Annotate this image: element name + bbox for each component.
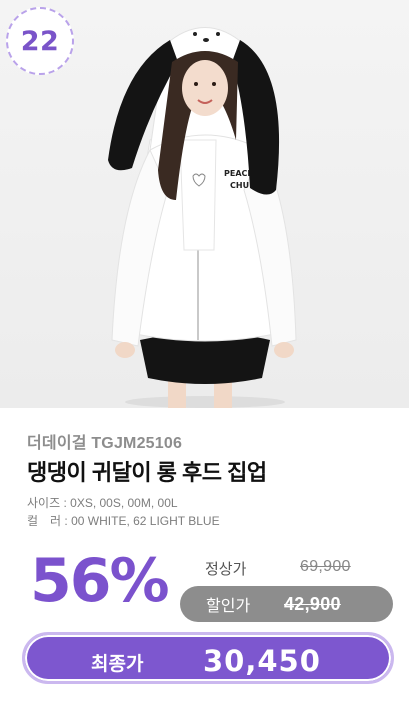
- svg-text:CHU: CHU: [230, 181, 249, 190]
- product-image[interactable]: PEACH CHU 22: [0, 0, 409, 408]
- product-title[interactable]: 댕댕이 귀달이 롱 후드 집업: [27, 455, 267, 487]
- rank-number: 22: [20, 25, 60, 57]
- final-price-label: 최종가: [91, 654, 144, 675]
- regular-price: 69,900: [300, 558, 351, 575]
- color-value: 00 WHITE, 62 LIGHT BLUE: [71, 514, 220, 528]
- product-info: 더데이걸 TGJM25106 댕댕이 귀달이 롱 후드 집업 사이즈 : 0XS…: [0, 408, 409, 714]
- color-spec: 컬 러 : 00 WHITE, 62 LIGHT BLUE: [27, 512, 220, 529]
- final-price-button[interactable]: 최종가 30,450: [22, 632, 394, 684]
- final-price: 30,450: [203, 644, 321, 678]
- size-spec: 사이즈 : 0XS, 00S, 00M, 00L: [27, 494, 178, 511]
- regular-price-label: 정상가: [205, 561, 247, 578]
- color-separator: :: [61, 514, 72, 528]
- size-value: 0XS, 00S, 00M, 00L: [70, 496, 178, 510]
- sale-price: 42,900: [284, 593, 341, 614]
- size-separator: :: [60, 496, 71, 510]
- discount-rate: 56%: [30, 546, 170, 616]
- sale-price-label: 할인가: [206, 598, 251, 615]
- sale-price-pill: 할인가 42,900: [180, 586, 393, 622]
- rank-badge: 22: [6, 7, 74, 75]
- size-label: 사이즈: [27, 496, 61, 510]
- brand-code: 더데이걸 TGJM25106: [27, 435, 183, 452]
- color-label: 컬 러: [27, 514, 62, 528]
